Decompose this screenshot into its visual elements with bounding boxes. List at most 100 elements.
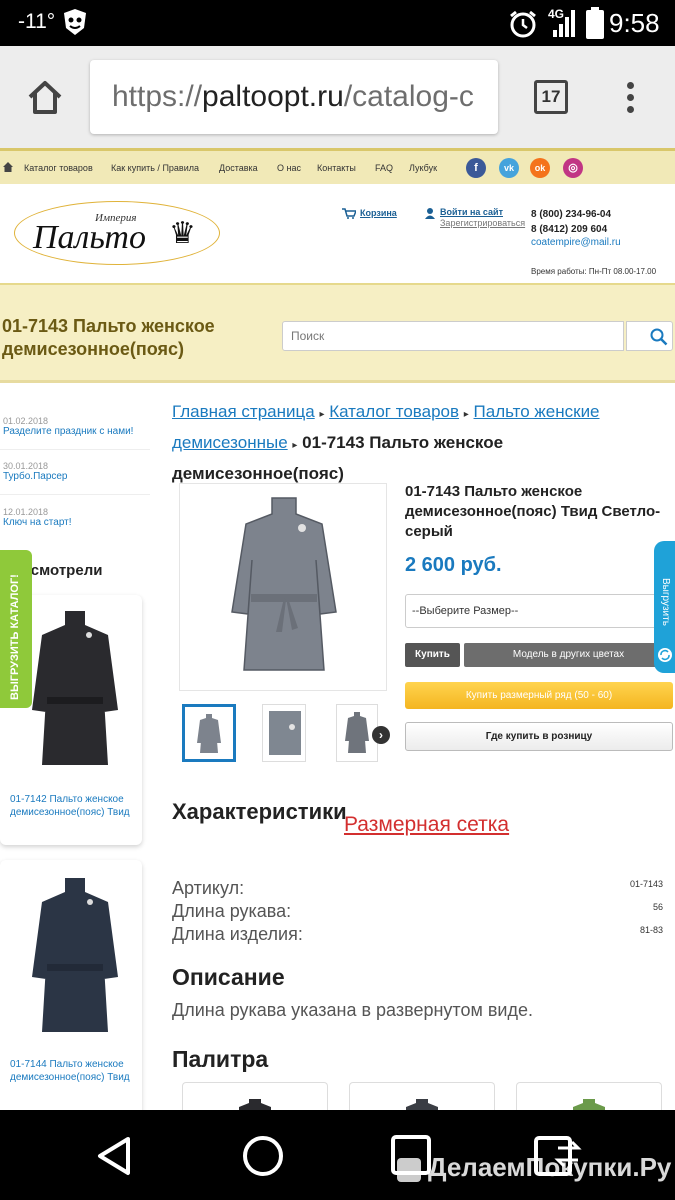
divider: [0, 494, 150, 495]
thumbnail-image: [269, 711, 301, 755]
clock-text: 9:58: [609, 8, 660, 38]
where-to-buy-retail-button[interactable]: Где купить в розницу: [405, 722, 673, 751]
vk-icon[interactable]: vk: [499, 158, 519, 178]
size-select[interactable]: --Выберите Размер--: [405, 594, 673, 628]
palette-heading: Палитра: [172, 1046, 269, 1072]
news-link[interactable]: Разделите праздник с нами!: [3, 426, 133, 437]
product-main-image[interactable]: [179, 483, 387, 691]
palette-image: [573, 1099, 605, 1110]
product-thumbnail-active[interactable]: [182, 704, 236, 762]
email-link[interactable]: coatempire@mail.ru: [531, 237, 621, 248]
coat-image: [231, 497, 337, 671]
thumbnail-next-button[interactable]: ›: [372, 726, 390, 744]
breadcrumb-separator: ▸: [463, 409, 469, 420]
nav-about[interactable]: О нас: [277, 163, 301, 173]
buy-button[interactable]: Купить: [405, 643, 460, 667]
property-label: Длина изделия:: [172, 924, 303, 944]
palette-item[interactable]: [182, 1082, 328, 1110]
buy-size-row-button[interactable]: Купить размерный ряд (50 - 60): [405, 682, 673, 709]
temperature-text: -11°: [18, 10, 56, 33]
search-input[interactable]: Поиск: [282, 321, 624, 351]
news-date: 30.01.2018: [3, 461, 49, 471]
battery-icon: [586, 7, 604, 39]
login-link[interactable]: Войти на сайт: [440, 207, 503, 217]
url-domain: paltoopt.ru: [202, 80, 344, 113]
nav-how-to-buy[interactable]: Как купить / Правила: [111, 163, 199, 173]
url-scheme: https://: [112, 80, 203, 113]
user-icon: [425, 208, 435, 219]
description-heading: Описание: [172, 964, 285, 990]
breadcrumb-catalog[interactable]: Каталог товаров: [329, 402, 459, 421]
cart-icon[interactable]: [342, 208, 356, 219]
breadcrumb-separator: ▸: [292, 440, 298, 451]
home-icon[interactable]: [26, 79, 64, 115]
product-image[interactable]: [16, 872, 134, 1044]
work-hours: Время работы: Пн-Пт 08.00-17.00: [531, 267, 657, 276]
overflow-menu-icon[interactable]: [626, 82, 636, 116]
export-side-label: Выгрузить: [660, 578, 671, 626]
home-small-icon[interactable]: [3, 162, 13, 172]
export-catalog-tab[interactable]: ВЫГРУЗИТЬ КАТАЛОГ!: [0, 550, 32, 708]
description-text: Длина рукава указана в развернутом виде.: [172, 1000, 533, 1020]
page-title: 01-7143 Пальто женское демисезонное(пояс…: [2, 316, 215, 359]
url-bar[interactable]: https://paltoopt.ru/catalog-c: [90, 60, 498, 134]
product-price: 2 600 руб.: [405, 554, 502, 576]
product-thumbnail[interactable]: [262, 704, 306, 762]
tab-switcher-button[interactable]: 17: [534, 80, 568, 114]
nav-catalog[interactable]: Каталог товаров: [24, 163, 93, 173]
logo-title: Пальто: [33, 219, 146, 256]
export-catalog-label: ВЫГРУЗИТЬ КАТАЛОГ!: [9, 574, 21, 700]
crown-icon: ♛: [169, 217, 196, 250]
product-image[interactable]: [16, 605, 134, 777]
news-date: 01.02.2018: [3, 416, 49, 426]
status-bar: -11° 4G 9:58: [0, 0, 675, 46]
watermark-text: ДелаемПокупки.Ру: [428, 1152, 672, 1182]
breadcrumb-separator: ▸: [319, 409, 325, 420]
watermark-logo-icon: [397, 1158, 421, 1182]
size-chart-link[interactable]: Размерная сетка: [344, 813, 509, 837]
product-name: 01-7143 Пальто женское демисезонное(пояс…: [405, 483, 661, 540]
thumbnail-image: [345, 712, 369, 753]
search-icon: [650, 328, 668, 346]
other-colors-button[interactable]: Модель в других цветах: [464, 643, 673, 667]
cart-link[interactable]: Корзина: [360, 208, 397, 218]
phone-2[interactable]: 8 (8412) 209 604: [531, 224, 607, 235]
home-nav-icon[interactable]: [241, 1134, 285, 1178]
nav-lookbook[interactable]: Лукбук: [409, 163, 437, 173]
alarm-icon: [510, 10, 536, 38]
product-main: Главная страница ▸ Каталог товаров ▸ Пал…: [172, 393, 675, 1110]
property-label: Длина рукава:: [172, 901, 292, 921]
nav-faq[interactable]: FAQ: [375, 163, 393, 173]
property-label: Артикул:: [172, 878, 245, 898]
thumbnail-image: [197, 714, 221, 753]
nav-delivery[interactable]: Доставка: [219, 163, 258, 173]
export-side-tab[interactable]: Выгрузить: [654, 541, 675, 673]
search-button[interactable]: [626, 321, 673, 351]
phone-1[interactable]: 8 (800) 234-96-04: [531, 209, 611, 220]
instagram-icon[interactable]: ◎: [563, 158, 583, 178]
app-notification-icon: [64, 9, 86, 35]
palette-item[interactable]: [516, 1082, 662, 1110]
palette-image: [239, 1099, 271, 1110]
back-icon[interactable]: [94, 1135, 134, 1177]
register-link[interactable]: Зарегистрироваться: [440, 218, 525, 228]
divider: [0, 449, 150, 450]
news-link[interactable]: Ключ на старт!: [3, 517, 72, 528]
nav-contacts[interactable]: Контакты: [317, 163, 356, 173]
odnoklassniki-icon[interactable]: ok: [530, 158, 550, 178]
viewed-product-card[interactable]: 01-7144 Пальто женское демисезонное(пояс…: [0, 860, 142, 1120]
url-path: /catalog-c: [343, 80, 474, 113]
viewed-product-link[interactable]: 01-7144 Пальто женское демисезонное(пояс…: [10, 1058, 140, 1084]
palette-image: [406, 1099, 438, 1110]
news-date: 12.01.2018: [3, 507, 49, 517]
viewed-product-link[interactable]: 01-7142 Пальто женское демисезонное(пояс…: [10, 793, 140, 819]
palette-item[interactable]: [349, 1082, 495, 1110]
property-value: 56: [652, 902, 663, 912]
site-logo[interactable]: Империя Пальто ♛: [14, 201, 220, 265]
site-header: Империя Пальто ♛ Корзина Войти на сайт З…: [0, 184, 675, 285]
news-link[interactable]: Турбо.Парсер: [3, 471, 68, 482]
facebook-icon[interactable]: f: [466, 158, 486, 178]
browser-toolbar: https://paltoopt.ru/catalog-c 17: [0, 46, 675, 148]
site-top-nav: Каталог товаров Как купить / Правила Дос…: [0, 148, 675, 184]
breadcrumb-home[interactable]: Главная страница: [172, 402, 315, 421]
